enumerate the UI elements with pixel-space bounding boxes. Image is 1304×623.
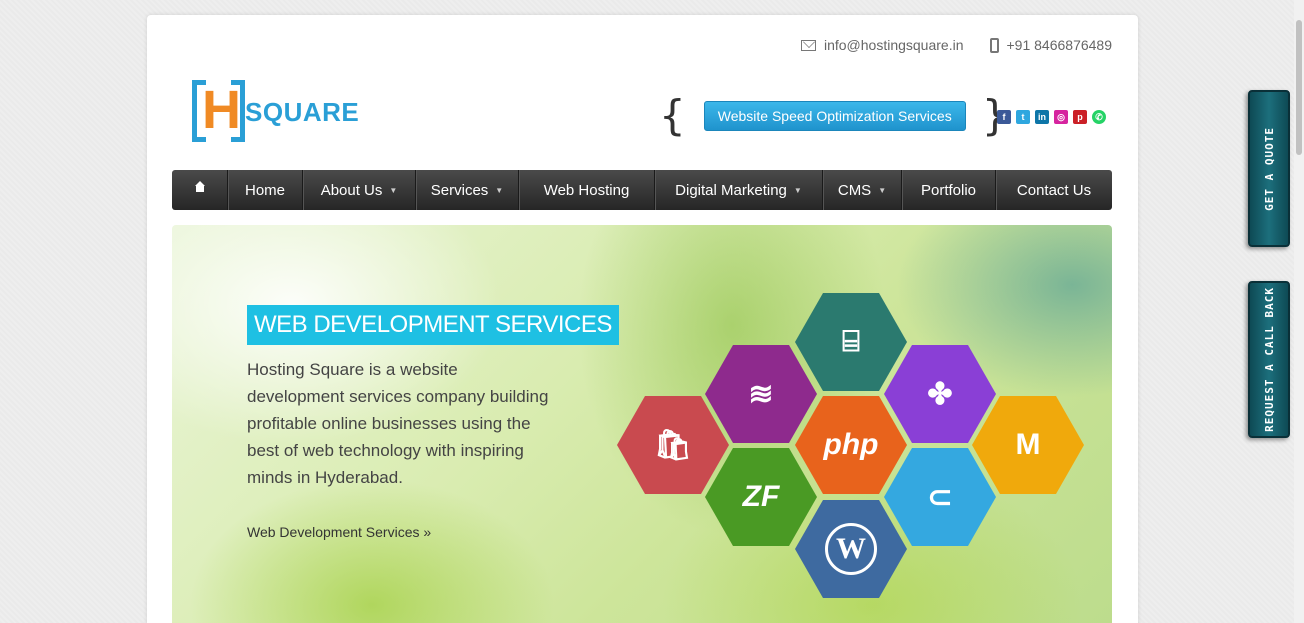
promo-area: { Website Speed Optimization Services }: [659, 91, 1008, 140]
logo-letter: H: [202, 80, 241, 140]
joomla-hex: ✤: [884, 345, 996, 443]
chevron-down-icon: ▼: [389, 185, 398, 195]
wordpress-hex: W: [795, 500, 907, 598]
php-hex: php: [795, 396, 907, 494]
nav-item-label: Home: [244, 181, 285, 199]
opencart-cart-hex: ⊂: [884, 448, 996, 546]
nav-item-label: Contact Us: [1016, 181, 1092, 199]
nav-item-portfolio[interactable]: Portfolio: [902, 170, 996, 210]
page-container: info@hostingsquare.in +91 8466876489 H S…: [147, 15, 1138, 623]
logo-word: SQUARE: [245, 97, 360, 127]
zend-icon: ZF: [742, 480, 780, 513]
web-development-services-link[interactable]: Web Development Services »: [247, 524, 431, 540]
shopping-bag-hex: 🛍: [617, 396, 729, 494]
nav-item-cms[interactable]: CMS ▼: [823, 170, 902, 210]
request-call-back-label: REQUEST A CALL BACK: [1262, 287, 1276, 432]
magento-hex: M: [972, 396, 1084, 494]
home-icon: [194, 181, 206, 195]
nav-item-web-hosting[interactable]: Web Hosting: [519, 170, 655, 210]
mail-icon: [800, 39, 816, 51]
shopping-bag-icon: 🛍: [653, 428, 693, 462]
magento-icon: M: [1015, 428, 1041, 461]
instagram-icon[interactable]: ◎: [1054, 110, 1068, 124]
page-scrollbar[interactable]: [1294, 0, 1304, 623]
nav-item-services[interactable]: Services ▼: [416, 170, 519, 210]
zend-hex: ZF: [705, 448, 817, 546]
site-logo[interactable]: H SQUARE: [192, 75, 359, 147]
email-text[interactable]: info@hostingsquare.in: [824, 37, 964, 53]
phone-icon: [989, 37, 999, 53]
hero-slider: WEB DEVELOPMENT SERVICES Hosting Square …: [172, 225, 1112, 623]
chevron-down-icon: ▼: [878, 185, 887, 195]
scrollbar-thumb[interactable]: [1296, 20, 1302, 155]
wordpress-icon: W: [825, 523, 877, 575]
social-links: f t in ◎ p ✆: [997, 110, 1106, 124]
hero-description: Hosting Square is a website development …: [247, 360, 549, 487]
nav-item-digital-marketing[interactable]: Digital Marketing ▼: [655, 170, 823, 210]
open-brace: {: [659, 91, 686, 140]
phone-contact[interactable]: +91 8466876489: [989, 37, 1113, 53]
linkedin-icon[interactable]: in: [1035, 110, 1049, 124]
request-call-back-tab[interactable]: REQUEST A CALL BACK: [1248, 281, 1290, 438]
contact-bar: info@hostingsquare.in +91 8466876489: [800, 37, 1113, 53]
twitter-icon[interactable]: t: [1016, 110, 1030, 124]
main-nav: Home About Us ▼ Services ▼ Web Hosting Dig…: [172, 170, 1112, 210]
opencart-stack-hex: ≋: [705, 345, 817, 443]
facebook-icon[interactable]: f: [997, 110, 1011, 124]
get-a-quote-label: GET A QUOTE: [1262, 126, 1276, 211]
hero-title: WEB DEVELOPMENT SERVICES: [247, 305, 619, 345]
nav-item-label: Services: [430, 181, 489, 199]
speed-optimization-button[interactable]: Website Speed Optimization Services: [703, 101, 966, 131]
nav-item-about-us[interactable]: About Us ▼: [303, 170, 416, 210]
get-a-quote-tab[interactable]: GET A QUOTE: [1248, 90, 1290, 247]
cart-icon: ⊂: [927, 480, 953, 514]
nav-item-label: CMS: [837, 181, 872, 199]
pinterest-icon[interactable]: p: [1073, 110, 1087, 124]
nav-item-label: Digital Marketing: [675, 181, 787, 199]
nav-item-contact-us[interactable]: Contact Us: [996, 170, 1112, 210]
html-builder-hex: ⌸: [795, 293, 907, 391]
nav-home-icon-link[interactable]: [172, 170, 228, 210]
nav-item-label: About Us: [320, 181, 383, 199]
chevron-down-icon: ▼: [793, 185, 802, 195]
builder-icon: ⌸: [842, 325, 860, 358]
technology-hexagon-cluster: 🛍 ≋ ⌸ php ZF ✤ W ⊂ M: [617, 293, 1087, 603]
stack-icon: ≋: [748, 377, 774, 411]
email-contact[interactable]: info@hostingsquare.in: [800, 37, 964, 53]
joomla-icon: ✤: [927, 377, 953, 411]
whatsapp-icon[interactable]: ✆: [1092, 110, 1106, 124]
nav-item-home[interactable]: Home: [228, 170, 303, 210]
php-icon: php: [823, 428, 879, 461]
phone-text[interactable]: +91 8466876489: [1007, 37, 1113, 53]
nav-item-label: Portfolio: [920, 181, 977, 199]
nav-item-label: Web Hosting: [543, 181, 630, 199]
chevron-down-icon: ▼: [495, 185, 504, 195]
